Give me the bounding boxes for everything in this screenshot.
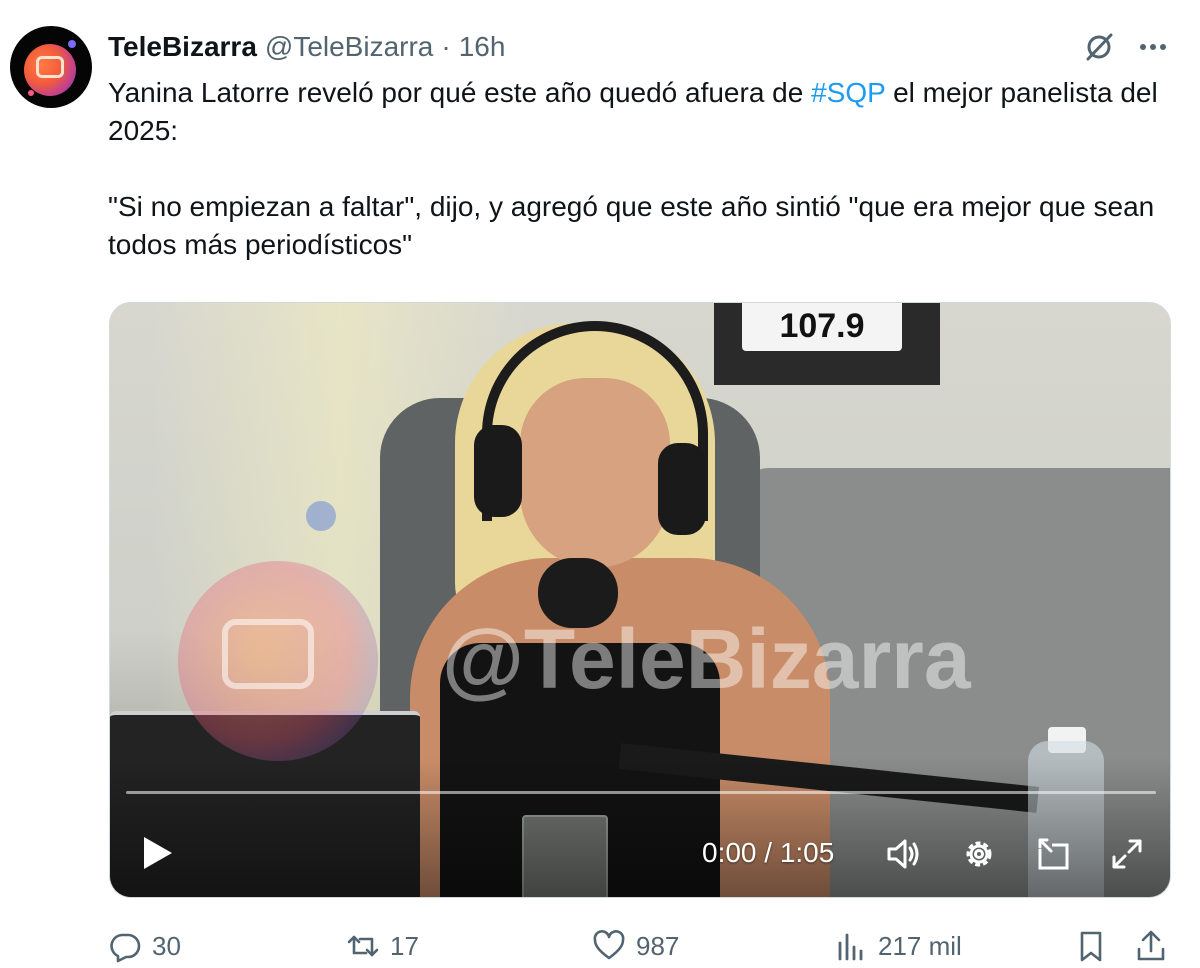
tweet-text: Yanina Latorre reveló por qué este año q…	[108, 74, 1168, 264]
view-count: 217 mil	[878, 930, 962, 961]
video-controls-shade	[110, 757, 1170, 897]
author-avatar[interactable]	[10, 26, 92, 108]
video-frame-headset-cup	[658, 443, 706, 535]
volume-icon	[887, 839, 919, 869]
studio-sign-text: 107.9	[779, 307, 865, 345]
like-button[interactable]: 987	[592, 926, 679, 966]
play-icon	[144, 837, 172, 869]
repost-button[interactable]: 17	[346, 926, 419, 966]
bookmark-icon	[1080, 931, 1102, 962]
fullscreen-icon	[1112, 839, 1142, 869]
settings-icon	[966, 841, 992, 867]
tweet-text-part: Yanina Latorre reveló por qué este año q…	[108, 77, 812, 108]
share-button[interactable]	[1134, 926, 1168, 966]
avatar-tv-icon	[36, 56, 64, 78]
tweet-timestamp[interactable]: 16h	[459, 31, 506, 63]
avatar-dot	[28, 90, 34, 96]
header-separator: ·	[441, 31, 451, 62]
author-handle[interactable]: @TeleBizarra	[265, 31, 433, 63]
views-button[interactable]: 217 mil	[834, 926, 962, 966]
watermark-tv-icon	[222, 619, 314, 689]
pip-icon	[1038, 838, 1069, 870]
repost-icon	[347, 935, 379, 957]
video-frame-headset-cup	[474, 425, 522, 517]
video-progress-bar[interactable]	[126, 791, 1156, 794]
tweet-action-bar: 30 17 987 217 mil	[108, 926, 1178, 966]
video-watermark: @TeleBizarra	[442, 612, 971, 706]
analytics-icon	[838, 933, 863, 961]
like-count: 987	[636, 930, 680, 961]
grok-icon[interactable]	[1082, 30, 1116, 64]
tweet-header: TeleBizarra @TeleBizarra · 16h	[108, 30, 505, 64]
tweet-paragraph-2: "Si no empiezan a faltar", dijo, y agreg…	[108, 191, 1155, 260]
repost-count: 17	[390, 930, 419, 961]
hashtag-link[interactable]: #SQP	[811, 77, 885, 108]
avatar-dot	[68, 40, 76, 48]
reply-count: 30	[152, 930, 181, 961]
video-time-display: 0:00 / 1:05	[702, 837, 835, 868]
settings-button[interactable]	[960, 835, 998, 873]
video-player[interactable]: 107.9 @TeleBizarra 0:00 / 1:05	[109, 302, 1171, 898]
fullscreen-button[interactable]	[1108, 835, 1146, 873]
heart-icon	[593, 930, 625, 960]
tweet-paragraph-1: Yanina Latorre reveló por qué este año q…	[108, 74, 1168, 150]
watermark-dot	[306, 501, 336, 531]
more-options-icon[interactable]	[1136, 30, 1170, 64]
bookmark-button[interactable]	[1074, 926, 1108, 966]
reply-button[interactable]: 30	[108, 926, 181, 966]
picture-in-picture-button[interactable]	[1034, 835, 1072, 873]
play-button[interactable]	[140, 833, 176, 873]
volume-button[interactable]	[884, 835, 922, 873]
share-icon	[1137, 930, 1165, 961]
author-name[interactable]: TeleBizarra	[108, 31, 257, 63]
reply-icon	[110, 933, 141, 963]
